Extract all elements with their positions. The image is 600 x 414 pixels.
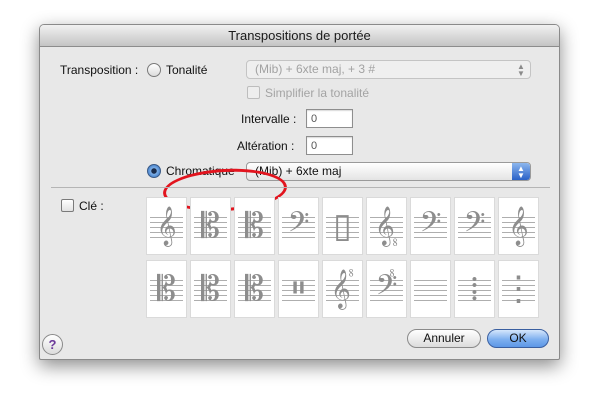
- clef-option-tenor-clef[interactable]: 𝄡: [234, 197, 275, 255]
- clef-option-tab-clef-long[interactable]: ⋮: [498, 260, 539, 318]
- clef-option-percussion-clef[interactable]: ▯: [322, 197, 363, 255]
- ok-button[interactable]: OK: [487, 329, 549, 348]
- sub-bass-clef-icon: 𝄢: [463, 206, 486, 246]
- mezzo-soprano-clef-icon: 𝄡: [201, 269, 220, 309]
- baritone-f-clef-icon: 𝄢: [419, 206, 442, 246]
- clef-option-treble-8vb-clef[interactable]: 𝄠: [366, 197, 407, 255]
- transposition-label: Transposition :: [60, 63, 139, 77]
- treble-clef-icon: 𝄞: [156, 206, 177, 246]
- percussion-clef-2-icon: 𝄥: [293, 269, 304, 309]
- tonalite-popup-value: (Mib) + 6xte maj, + 3 #: [255, 62, 376, 76]
- alteration-field[interactable]: [306, 136, 353, 155]
- treble-8va-clef-icon: 𝄟: [330, 269, 355, 309]
- clef-option-treble-8va-clef[interactable]: 𝄟: [322, 260, 363, 318]
- separator: [51, 187, 550, 188]
- tonalite-radio[interactable]: [147, 63, 161, 77]
- simplifier-label: Simplifier la tonalité: [265, 86, 370, 100]
- soprano-clef-icon: 𝄡: [157, 269, 176, 309]
- bass-clef-icon: 𝄢: [287, 206, 310, 246]
- clef-option-soprano-clef[interactable]: 𝄡: [146, 260, 187, 318]
- clef-option-percussion-clef-2[interactable]: 𝄥: [278, 260, 319, 318]
- clef-option-blank-clef[interactable]: [410, 260, 451, 318]
- tab-clef-short-icon: ⁞: [469, 269, 480, 309]
- tab-clef-long-icon: ⋮: [501, 269, 536, 309]
- clef-option-mezzo-soprano-clef[interactable]: 𝄡: [190, 260, 231, 318]
- dialog-title: Transpositions de portée: [40, 25, 559, 47]
- clef-option-treble-clef[interactable]: 𝄞: [146, 197, 187, 255]
- updown-arrows-icon: ▲ ▼: [517, 62, 525, 78]
- simplifier-checkbox[interactable]: [247, 86, 260, 99]
- alto-clef-icon: 𝄡: [201, 206, 220, 246]
- tenor-clef-icon: 𝄡: [245, 206, 264, 246]
- alteration-label: Altération :: [237, 139, 295, 153]
- updown-arrows-icon: ▲ ▼: [512, 163, 530, 180]
- clef-option-sub-bass-clef[interactable]: 𝄢: [454, 197, 495, 255]
- cle-checkbox[interactable]: [61, 199, 74, 212]
- percussion-clef-icon: ▯: [333, 206, 352, 246]
- staff-lines: [414, 280, 447, 302]
- tonalite-label[interactable]: Tonalité: [166, 63, 207, 77]
- cle-label: Clé :: [79, 199, 104, 213]
- clef-option-bass-8va-clef[interactable]: 𝄣: [366, 260, 407, 318]
- intervalle-field[interactable]: [306, 109, 353, 128]
- french-violin-clef-icon: 𝄞: [508, 206, 529, 246]
- baritone-c-clef-icon: 𝄡: [245, 269, 264, 309]
- tonalite-popup[interactable]: (Mib) + 6xte maj, + 3 # ▲ ▼: [246, 60, 531, 79]
- chromatique-radio[interactable]: [147, 164, 161, 178]
- intervalle-label: Intervalle :: [241, 112, 297, 126]
- clef-option-tab-clef-short[interactable]: ⁞: [454, 260, 495, 318]
- clef-option-french-violin-clef[interactable]: 𝄞: [498, 197, 539, 255]
- transposition-dialog: Transpositions de portée Transposition :…: [39, 24, 560, 360]
- treble-8vb-clef-icon: 𝄠: [374, 206, 399, 246]
- bass-8va-clef-icon: 𝄣: [375, 269, 398, 309]
- clef-grid: 𝄞 𝄡 𝄡 𝄢 ▯ 𝄠 𝄢 𝄢 𝄞 𝄡 𝄡 𝄡 𝄥 𝄟 𝄣 ⁞ ⋮: [146, 197, 539, 318]
- clef-option-baritone-f-clef[interactable]: 𝄢: [410, 197, 451, 255]
- clef-option-alto-clef[interactable]: 𝄡: [190, 197, 231, 255]
- chromatique-popup[interactable]: (Mib) + 6xte maj ▲ ▼: [246, 162, 531, 181]
- help-button[interactable]: ?: [42, 334, 63, 355]
- clef-option-bass-clef[interactable]: 𝄢: [278, 197, 319, 255]
- clef-option-baritone-c-clef[interactable]: 𝄡: [234, 260, 275, 318]
- cancel-button[interactable]: Annuler: [407, 329, 481, 348]
